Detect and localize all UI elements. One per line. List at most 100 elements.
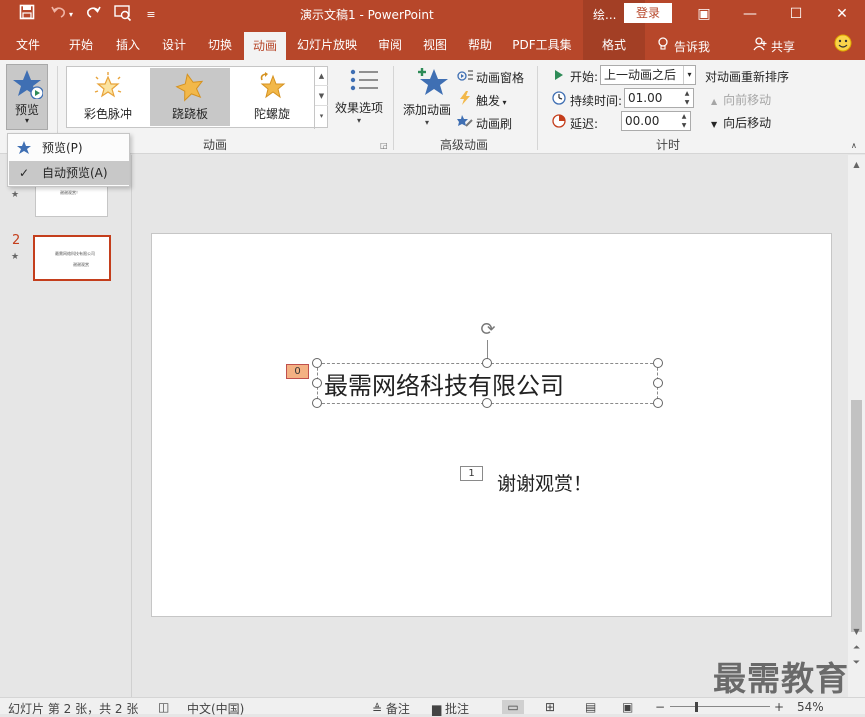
title-text[interactable]: 最需网络科技有限公司 (324, 366, 564, 401)
resize-handle-w[interactable] (312, 378, 322, 388)
timing-group-label: 计时 (655, 138, 680, 152)
tab-view[interactable]: 视图 (414, 30, 456, 60)
animation-painter-button[interactable]: 动画刷 (457, 114, 512, 132)
preview-star-icon (13, 69, 44, 102)
slide-sorter-icon[interactable]: ⊞ (545, 700, 555, 714)
collapse-ribbon-icon[interactable]: ∧ (851, 141, 857, 150)
animation-tag-1[interactable]: 1 (460, 466, 483, 481)
save-icon[interactable] (16, 4, 38, 26)
slide-canvas[interactable] (151, 233, 832, 617)
resize-handle-sw[interactable] (312, 398, 322, 408)
login-button[interactable]: 登录 (624, 3, 672, 23)
thanks-text[interactable]: 谢谢观赏！ (497, 469, 592, 496)
tab-insert[interactable]: 插入 (106, 30, 150, 60)
move-later-button[interactable]: ▼ 向后移动 (711, 114, 771, 131)
start-select-arrow-icon[interactable]: ▾ (683, 66, 695, 84)
slide-number-2: 2 (12, 233, 21, 248)
start-from-beginning-icon[interactable] (112, 4, 134, 26)
zoom-out-icon[interactable]: − (655, 700, 665, 714)
share-button[interactable]: 共享 (752, 37, 795, 55)
next-slide-icon[interactable]: ⏷ (850, 657, 863, 670)
resize-handle-se[interactable] (653, 398, 663, 408)
undo-dropdown-icon[interactable]: ▾ (66, 4, 76, 26)
teeter-icon (150, 72, 230, 105)
ribbon-display-icon[interactable]: ▣ (681, 0, 727, 30)
animation-tag-0[interactable]: 0 (286, 364, 309, 379)
slide-2-animation-star-icon: ★ (11, 252, 20, 262)
animation-painter-icon (457, 114, 473, 131)
animation-dialog-launcher-icon[interactable]: ◲ (380, 141, 388, 150)
rotate-handle-icon[interactable]: ⟳ (476, 318, 500, 342)
menu-item-preview[interactable]: 预览(P) (9, 136, 129, 160)
add-animation-arrow-icon: ▾ (424, 118, 429, 127)
zoom-slider[interactable] (670, 706, 770, 707)
person-icon (752, 37, 768, 54)
language-indicator[interactable]: 中文(中国) (187, 700, 244, 717)
star-icon (15, 136, 33, 163)
previous-slide-icon[interactable]: ⏶ (850, 642, 863, 655)
scroll-up-icon[interactable]: ▲ (850, 158, 863, 171)
close-button[interactable]: ✕ (819, 0, 865, 30)
start-select[interactable]: 上一动画之后 ▾ (600, 65, 696, 85)
tell-me-button[interactable]: 告诉我 (655, 37, 710, 55)
accessibility-icon[interactable]: ◫ (158, 700, 169, 714)
gallery-more-icon[interactable]: ▾ (315, 105, 328, 125)
tab-transitions[interactable]: 切换 (198, 30, 242, 60)
tab-format[interactable]: 格式 (583, 30, 645, 60)
gallery-up-icon[interactable]: ▲ (315, 67, 328, 85)
duration-spin-icon[interactable]: ▲ ▼ (681, 89, 693, 107)
tab-pdf-tools[interactable]: PDF工具集 (506, 30, 578, 60)
slideshow-view-icon[interactable]: ▣ (622, 700, 633, 714)
smiley-feedback-icon[interactable] (832, 34, 854, 56)
slide-thumbnail-2[interactable]: 最需网络科技有限公司 谢谢观赏 (33, 235, 111, 281)
scroll-down-icon[interactable]: ▼ (850, 625, 863, 638)
gallery-scroll[interactable]: ▲ ▼ ▾ (314, 67, 328, 129)
normal-view-icon[interactable]: ▭ (502, 700, 524, 714)
zoom-level[interactable]: 54% (797, 700, 824, 714)
duration-spinner[interactable]: 01.00 ▲ ▼ (624, 88, 694, 108)
delay-spinner[interactable]: 00.00 ▲ ▼ (621, 111, 691, 131)
trigger-button[interactable]: 触发 ▾ (457, 91, 507, 109)
resize-handle-ne[interactable] (653, 358, 663, 368)
zoom-in-icon[interactable]: + (774, 700, 784, 714)
animation-pane-button[interactable]: 动画窗格 (457, 68, 524, 86)
effect-options-arrow-icon: ▾ (356, 116, 361, 125)
reading-view-icon[interactable]: ▤ (585, 700, 596, 714)
preview-button[interactable]: 预览 ▾ (6, 64, 48, 130)
scroll-thumb[interactable] (851, 400, 862, 632)
comments-button[interactable]: ▆ 批注 (432, 700, 469, 717)
add-animation-button[interactable]: 添加动画 ▾ (399, 66, 455, 127)
lightbulb-icon (655, 37, 671, 54)
tab-slideshow[interactable]: 幻灯片放映 (290, 30, 364, 60)
maximize-button[interactable]: ☐ (773, 0, 819, 30)
redo-icon[interactable] (82, 4, 104, 26)
checkmark-icon: ✓ (18, 166, 30, 180)
resize-handle-e[interactable] (653, 378, 663, 388)
move-earlier-button[interactable]: ▲ 向前移动 (711, 91, 771, 108)
notes-button[interactable]: ≜ 备注 (372, 700, 410, 717)
tab-home[interactable]: 开始 (58, 30, 104, 60)
effect-options-button[interactable]: 效果选项 ▾ (332, 66, 386, 125)
tab-help[interactable]: 帮助 (458, 30, 502, 60)
add-animation-icon (411, 66, 455, 101)
color-pulse-icon (68, 72, 148, 105)
delay-spin-icon[interactable]: ▲ ▼ (678, 112, 690, 130)
animation-color-pulse[interactable]: 彩色脉冲 (68, 68, 148, 126)
tab-animations[interactable]: 动画 (244, 32, 286, 60)
minimize-button[interactable]: — (727, 0, 773, 30)
gallery-down-icon[interactable]: ▼ (315, 85, 328, 105)
resize-handle-nw[interactable] (312, 358, 322, 368)
customize-icon[interactable]: ≡ (140, 4, 162, 26)
tab-design[interactable]: 设计 (152, 30, 196, 60)
vertical-scrollbar[interactable]: ▲ ▼ ⏶ ⏷ (848, 155, 865, 697)
trigger-arrow-icon: ▾ (500, 98, 507, 107)
menu-item-auto-preview[interactable]: ✓ 自动预览(A) (9, 161, 129, 185)
tab-review[interactable]: 审阅 (368, 30, 412, 60)
animation-teeter[interactable]: 跷跷板 (150, 68, 230, 126)
up-triangle-icon: ▲ (711, 97, 718, 106)
tab-file[interactable]: 文件 (6, 30, 50, 60)
effect-options-label: 效果选项 (334, 101, 383, 115)
delay-label-row: 延迟: (551, 114, 598, 132)
animation-spin[interactable]: 陀螺旋 (232, 68, 312, 126)
zoom-slider-thumb[interactable] (695, 702, 698, 712)
